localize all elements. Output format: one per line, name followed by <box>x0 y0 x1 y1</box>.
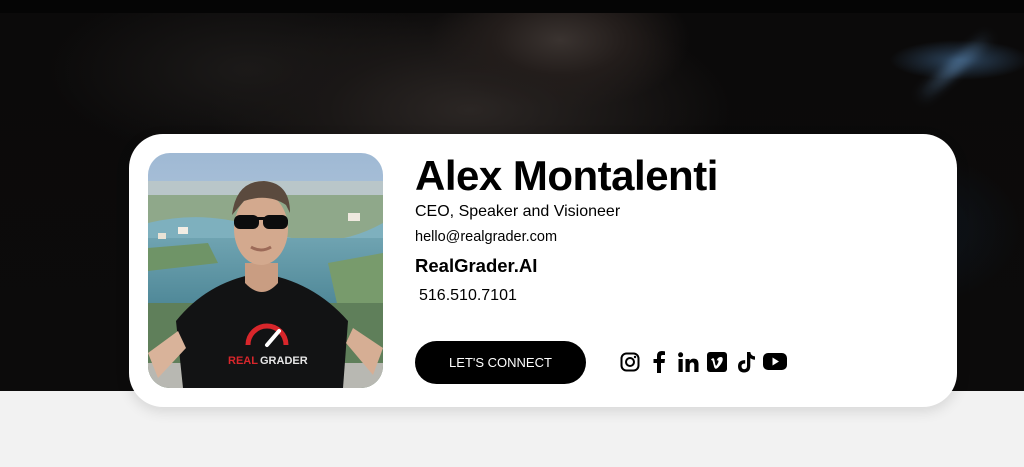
profile-name: Alex Montalenti <box>415 152 718 199</box>
shirt-logo-real: REAL <box>228 355 258 367</box>
email-link[interactable]: hello@realgrader.com <box>415 229 557 245</box>
lets-connect-button[interactable]: LET'S CONNECT <box>415 341 586 384</box>
tiktok-icon[interactable] <box>734 350 758 374</box>
facebook-icon[interactable] <box>647 350 671 374</box>
profile-title: CEO, Speaker and Visioneer <box>415 203 621 220</box>
hero-light-streak <box>913 28 997 106</box>
instagram-icon[interactable] <box>618 350 642 374</box>
company-name: RealGrader.AI <box>415 255 538 276</box>
shirt-logo-grader: GRADER <box>260 355 308 367</box>
social-links <box>618 350 792 374</box>
profile-photo: REAL GRADER <box>148 153 383 388</box>
hero-top-bar <box>0 0 1024 13</box>
linkedin-icon[interactable] <box>676 350 700 374</box>
profile-card: REAL GRADER Alex Montalenti CEO, Speaker… <box>129 134 957 407</box>
vimeo-icon[interactable] <box>705 350 729 374</box>
phone-link[interactable]: 516.510.7101 <box>419 287 517 305</box>
youtube-icon[interactable] <box>763 350 787 374</box>
